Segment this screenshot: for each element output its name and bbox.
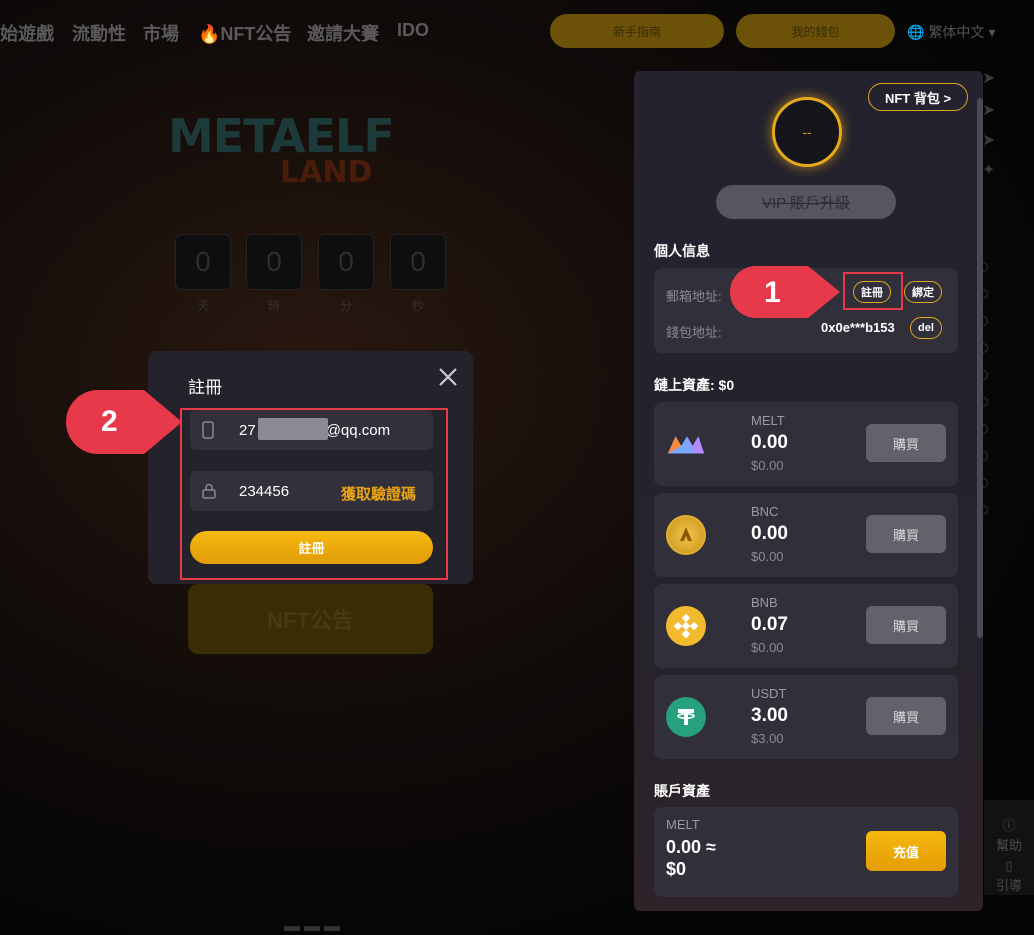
account-asset-usd: $0 bbox=[666, 859, 687, 879]
guide-label: 引導 bbox=[995, 878, 1022, 893]
nav-nft-announcement[interactable]: 🔥NFT公告 bbox=[198, 20, 291, 46]
telegram-icon[interactable]: ➤ bbox=[982, 130, 995, 150]
bnc-icon bbox=[666, 515, 706, 555]
highlight-box bbox=[180, 408, 448, 580]
nav-liquidity[interactable]: 流動性 bbox=[72, 20, 126, 46]
dialog-title: 註冊 bbox=[188, 378, 222, 397]
globe-icon: 🌐 bbox=[907, 23, 925, 40]
telegram-icon[interactable]: ➤ bbox=[982, 68, 995, 88]
asset-usd: $0.00 bbox=[751, 549, 784, 564]
recharge-button[interactable]: 充值 bbox=[866, 831, 946, 871]
bind-pill-button[interactable]: 綁定 bbox=[904, 281, 942, 303]
countdown-label: 秒 bbox=[411, 299, 424, 313]
personal-info-title: 個人信息 bbox=[654, 243, 710, 259]
asset-amount: 0.00 bbox=[751, 523, 788, 544]
bnb-icon bbox=[666, 606, 706, 646]
highlight-box bbox=[843, 272, 903, 310]
account-asset-card: MELT 0.00 ≈ $0 充值 bbox=[654, 807, 958, 897]
asset-amount: 0.00 bbox=[751, 432, 788, 453]
asset-symbol: MELT bbox=[751, 413, 785, 428]
buy-button[interactable]: 購買 bbox=[866, 424, 946, 462]
asset-card-usdt: USDT 3.00 $3.00 購買 bbox=[654, 675, 958, 759]
language-label: 繁体中文 bbox=[928, 24, 985, 40]
asset-card-melt: MELT 0.00 $0.00 購買 bbox=[654, 402, 958, 486]
countdown-label: 分 bbox=[339, 299, 352, 313]
caret-down-icon: ▾ bbox=[988, 23, 996, 40]
my-wallet-button[interactable]: 我的錢包 bbox=[736, 14, 895, 48]
asset-symbol: USDT bbox=[751, 686, 787, 701]
buy-button[interactable]: 購買 bbox=[866, 697, 946, 735]
asset-card-bnb: BNB 0.07 $0.00 購買 bbox=[654, 584, 958, 668]
help-label: 幫助 bbox=[995, 838, 1022, 853]
email-label: 郵箱地址: bbox=[666, 289, 722, 304]
countdown-label: 天 bbox=[196, 299, 209, 313]
page: 始遊戲 流動性 市場 🔥NFT公告 邀請大賽 IDO 新手指南 我的錢包 🌐 繁… bbox=[0, 0, 1034, 935]
countdown-label: 時 bbox=[267, 299, 280, 313]
help-widget[interactable]: ⓘ 幫助 ▯ 引導 bbox=[984, 800, 1034, 895]
nav-invite-contest[interactable]: 邀請大賽 bbox=[307, 20, 379, 46]
game-logo: METAELF LAND bbox=[160, 95, 420, 195]
buy-button[interactable]: 購買 bbox=[866, 606, 946, 644]
account-assets-title: 賬戶資產 bbox=[654, 783, 710, 799]
nft-announcement-button[interactable]: NFT公告 bbox=[188, 584, 433, 654]
nft-bag-button[interactable]: NFT 背包 > bbox=[868, 83, 968, 111]
pagination-dots: ▬▬▬ bbox=[284, 918, 344, 935]
logo-subtext: LAND bbox=[280, 155, 373, 190]
account-asset-symbol: MELT bbox=[666, 817, 700, 832]
wallet-label: 錢包地址: bbox=[666, 325, 722, 340]
nav-start-game[interactable]: 始遊戲 bbox=[0, 20, 54, 46]
asset-usd: $3.00 bbox=[751, 731, 784, 746]
info-icon: ⓘ bbox=[1002, 818, 1016, 833]
countdown-minutes: 0 bbox=[318, 234, 374, 290]
buy-button[interactable]: 購買 bbox=[866, 515, 946, 553]
asset-usd: $0.00 bbox=[751, 640, 784, 655]
top-nav: 始遊戲 流動性 市場 🔥NFT公告 邀請大賽 IDO 新手指南 我的錢包 🌐 繁… bbox=[0, 0, 1034, 62]
twitter-icon[interactable]: ✦ bbox=[982, 160, 995, 180]
callout-arrow-1 bbox=[730, 266, 840, 318]
vip-upgrade-button[interactable]: VIP 賬戶升級 bbox=[716, 185, 896, 219]
nav-ido[interactable]: IDO bbox=[397, 20, 429, 41]
asset-amount: 3.00 bbox=[751, 705, 788, 726]
usdt-icon bbox=[666, 697, 706, 737]
callout-arrow-2 bbox=[66, 390, 182, 454]
delete-wallet-button[interactable]: del bbox=[910, 317, 942, 339]
melt-icon bbox=[666, 424, 706, 464]
language-selector[interactable]: 🌐 繁体中文 ▾ bbox=[907, 22, 995, 42]
nav-market[interactable]: 市場 bbox=[143, 20, 179, 46]
account-asset-amount: 0.00 ≈ bbox=[666, 837, 716, 857]
wallet-panel: NFT 背包 > -- VIP 賬戶升級 個人信息 郵箱地址: 註冊 綁定 錢包… bbox=[634, 71, 983, 911]
callout-number: 1 bbox=[764, 276, 781, 309]
close-icon[interactable] bbox=[436, 365, 460, 389]
panel-scrollbar[interactable] bbox=[977, 98, 983, 638]
asset-usd: $0.00 bbox=[751, 458, 784, 473]
asset-symbol: BNB bbox=[751, 595, 778, 610]
callout-number: 2 bbox=[101, 405, 118, 438]
countdown-hours: 0 bbox=[246, 234, 302, 290]
asset-amount: 0.07 bbox=[751, 614, 788, 635]
avatar[interactable]: -- bbox=[772, 97, 842, 167]
guide-button[interactable]: 新手指南 bbox=[550, 14, 724, 48]
asset-symbol: BNC bbox=[751, 504, 779, 519]
asset-card-bnc: BNC 0.00 $0.00 購買 bbox=[654, 493, 958, 577]
countdown-days: 0 bbox=[175, 234, 231, 290]
onchain-assets-title: 鏈上資產: $0 bbox=[654, 377, 735, 393]
countdown-seconds: 0 bbox=[390, 234, 446, 290]
book-icon: ▯ bbox=[1005, 858, 1013, 873]
telegram-icon[interactable]: ➤ bbox=[982, 100, 995, 120]
